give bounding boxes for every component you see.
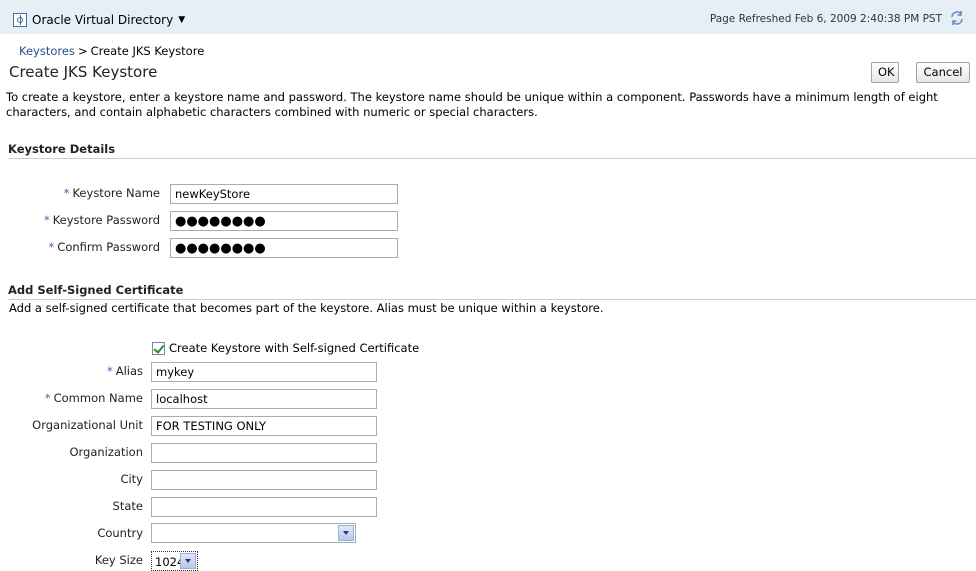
required-icon: * xyxy=(63,186,70,200)
city-input[interactable] xyxy=(151,470,377,490)
state-input[interactable] xyxy=(151,497,377,517)
common-name-input[interactable] xyxy=(151,389,377,409)
certificate-description: Add a self-signed certificate that becom… xyxy=(9,301,604,315)
organizational-unit-label: Organizational Unit xyxy=(32,418,143,432)
common-name-label: * Common Name xyxy=(44,391,143,405)
required-icon: * xyxy=(48,240,55,254)
intro-text: To create a keystore, enter a keystore n… xyxy=(6,90,938,119)
create-with-certificate-checkbox[interactable]: Create Keystore with Self-signed Certifi… xyxy=(152,341,419,355)
keystore-details-header: Keystore Details xyxy=(8,142,976,159)
breadcrumb-current: Create JKS Keystore xyxy=(90,44,205,58)
required-icon: * xyxy=(44,391,51,405)
state-label: State xyxy=(112,499,143,513)
add-certificate-header: Add Self-Signed Certificate xyxy=(8,283,976,300)
city-label: City xyxy=(120,472,143,486)
country-select[interactable] xyxy=(151,523,356,543)
alias-label: * Alias xyxy=(106,364,143,378)
breadcrumb-separator: > xyxy=(77,44,88,58)
confirm-password-input[interactable] xyxy=(170,238,398,258)
breadcrumb-keystores-link[interactable]: Keystores xyxy=(19,44,75,58)
app-menu-button[interactable]: Oracle Virtual Directory ▼ xyxy=(13,11,185,29)
ok-button[interactable]: OK xyxy=(871,62,899,83)
confirm-password-label: * Confirm Password xyxy=(48,240,160,254)
checkbox-label: Create Keystore with Self-signed Certifi… xyxy=(169,341,420,355)
page-refreshed-text: Page Refreshed Feb 6, 2009 2:40:38 PM PS… xyxy=(709,13,942,25)
app-icon xyxy=(13,13,27,27)
required-icon: * xyxy=(43,213,50,227)
organizational-unit-input[interactable] xyxy=(151,416,377,436)
organization-input[interactable] xyxy=(151,443,377,463)
page-title: Create JKS Keystore xyxy=(9,63,158,81)
breadcrumb: Keystores > Create JKS Keystore xyxy=(19,44,204,58)
keystore-password-label: * Keystore Password xyxy=(43,213,160,227)
key-size-select[interactable]: 1024 xyxy=(151,551,198,571)
chevron-down-icon[interactable] xyxy=(338,525,354,541)
caret-down-icon: ▼ xyxy=(178,15,186,25)
app-title: Oracle Virtual Directory xyxy=(32,13,174,27)
refresh-icon[interactable] xyxy=(948,9,966,27)
key-size-label: Key Size xyxy=(94,553,143,567)
keystore-name-label: * Keystore Name xyxy=(63,186,160,200)
chevron-down-icon[interactable] xyxy=(180,553,196,569)
organization-label: Organization xyxy=(69,445,143,459)
keystore-password-input[interactable] xyxy=(170,211,398,231)
country-label: Country xyxy=(97,526,143,540)
cancel-button[interactable]: Cancel xyxy=(916,62,970,83)
checkmark-icon[interactable] xyxy=(152,341,165,355)
alias-input[interactable] xyxy=(151,362,377,382)
keystore-name-input[interactable] xyxy=(170,184,398,204)
required-icon: * xyxy=(106,364,113,378)
